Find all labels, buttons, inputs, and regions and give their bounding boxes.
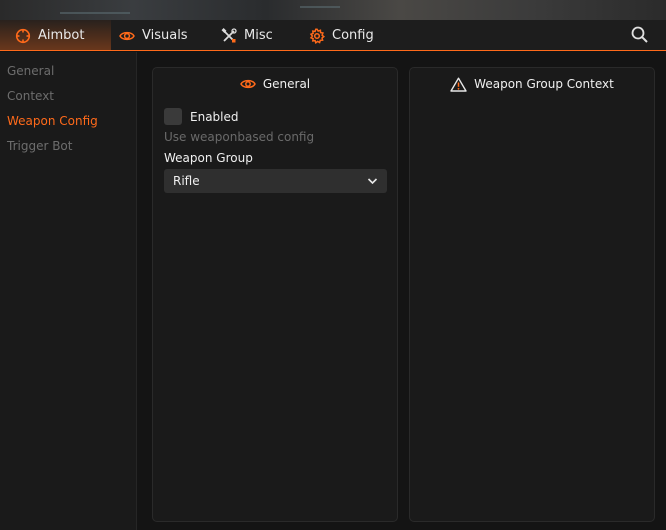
- search-icon[interactable]: [630, 25, 650, 45]
- panel-title: Weapon Group Context: [410, 75, 654, 93]
- crosshair-icon: [15, 28, 31, 43]
- weapon-group-select[interactable]: Rifle: [164, 169, 387, 193]
- panel-title: General: [153, 75, 397, 93]
- sidebar-item-weapon-config[interactable]: Weapon Config: [7, 114, 98, 128]
- backdrop-strip: [0, 0, 666, 20]
- weaponbased-hint: Use weaponbased config: [164, 130, 315, 144]
- tab-misc[interactable]: Misc: [221, 20, 273, 51]
- weapon-group-value: Rifle: [173, 174, 200, 188]
- tab-visuals[interactable]: Visuals: [119, 20, 188, 51]
- weapon-group-label: Weapon Group: [164, 151, 253, 165]
- main-content: General Enabled Use weaponbased config W…: [137, 52, 666, 530]
- tab-aimbot[interactable]: Aimbot: [0, 20, 111, 51]
- sidebar: General Context Weapon Config Trigger Bo…: [0, 52, 137, 530]
- enabled-checkbox[interactable]: [164, 108, 182, 125]
- context-panel-title: Weapon Group Context: [474, 77, 614, 91]
- general-panel-title: General: [262, 77, 311, 91]
- eye-icon: [119, 31, 135, 40]
- enabled-label: Enabled: [190, 109, 239, 124]
- gear-icon: [309, 27, 325, 44]
- tab-label: Misc: [244, 28, 273, 43]
- tab-label: Config: [332, 28, 374, 43]
- tab-bar: Aimbot Visuals Misc Config: [0, 20, 666, 51]
- tools-icon: [221, 27, 237, 42]
- tab-label: Visuals: [142, 28, 188, 43]
- sidebar-item-context[interactable]: Context: [7, 89, 54, 103]
- general-panel: General Enabled Use weaponbased config W…: [152, 67, 398, 522]
- tab-label: Aimbot: [38, 28, 85, 43]
- warning-icon: [450, 77, 467, 92]
- sidebar-item-general[interactable]: General: [7, 64, 54, 78]
- tab-config[interactable]: Config: [309, 20, 374, 51]
- weapon-group-context-panel: Weapon Group Context: [409, 67, 655, 522]
- eye-icon: [239, 79, 256, 89]
- enabled-row: Enabled: [164, 108, 239, 125]
- sidebar-item-trigger-bot[interactable]: Trigger Bot: [7, 139, 72, 153]
- chevron-down-icon: [367, 178, 378, 185]
